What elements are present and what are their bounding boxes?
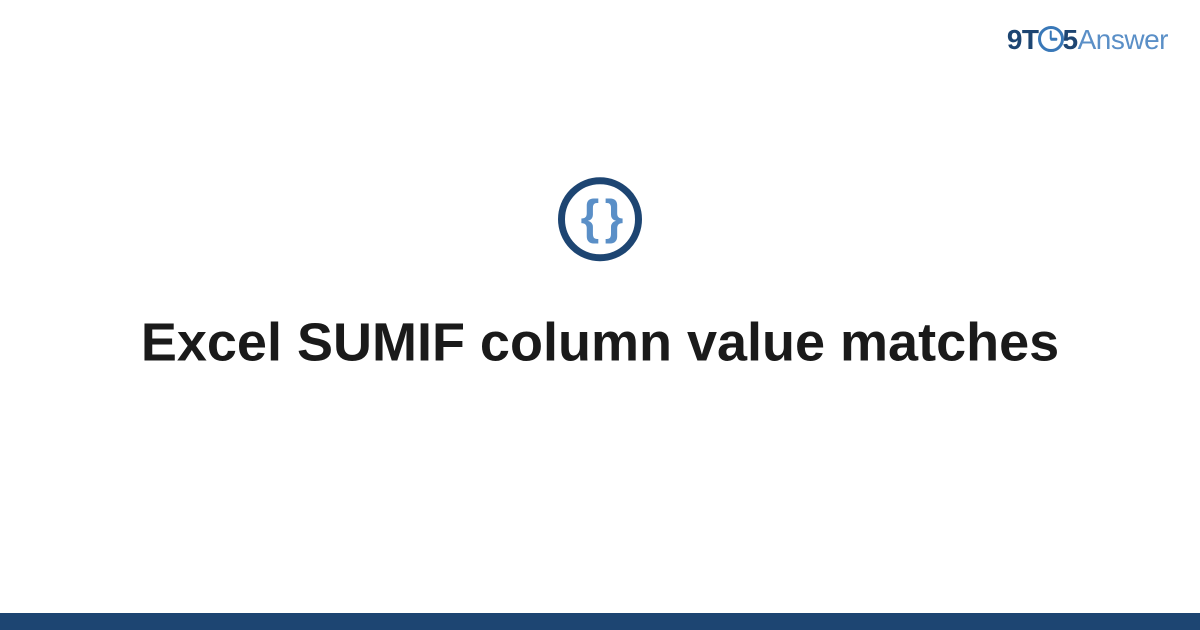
logo-text-5: 5 — [1063, 24, 1078, 55]
logo-text-9t: 9T — [1007, 24, 1039, 55]
clock-icon — [1038, 26, 1064, 52]
logo-text-answer: Answer — [1078, 24, 1168, 55]
page-title: Excel SUMIF column value matches — [60, 309, 1140, 377]
site-logo: 9T 5Answer — [1007, 24, 1168, 56]
main-content: { } Excel SUMIF column value matches — [0, 177, 1200, 377]
code-braces-icon: { } — [581, 194, 620, 242]
footer-bar — [0, 613, 1200, 630]
topic-icon-circle: { } — [558, 177, 642, 261]
